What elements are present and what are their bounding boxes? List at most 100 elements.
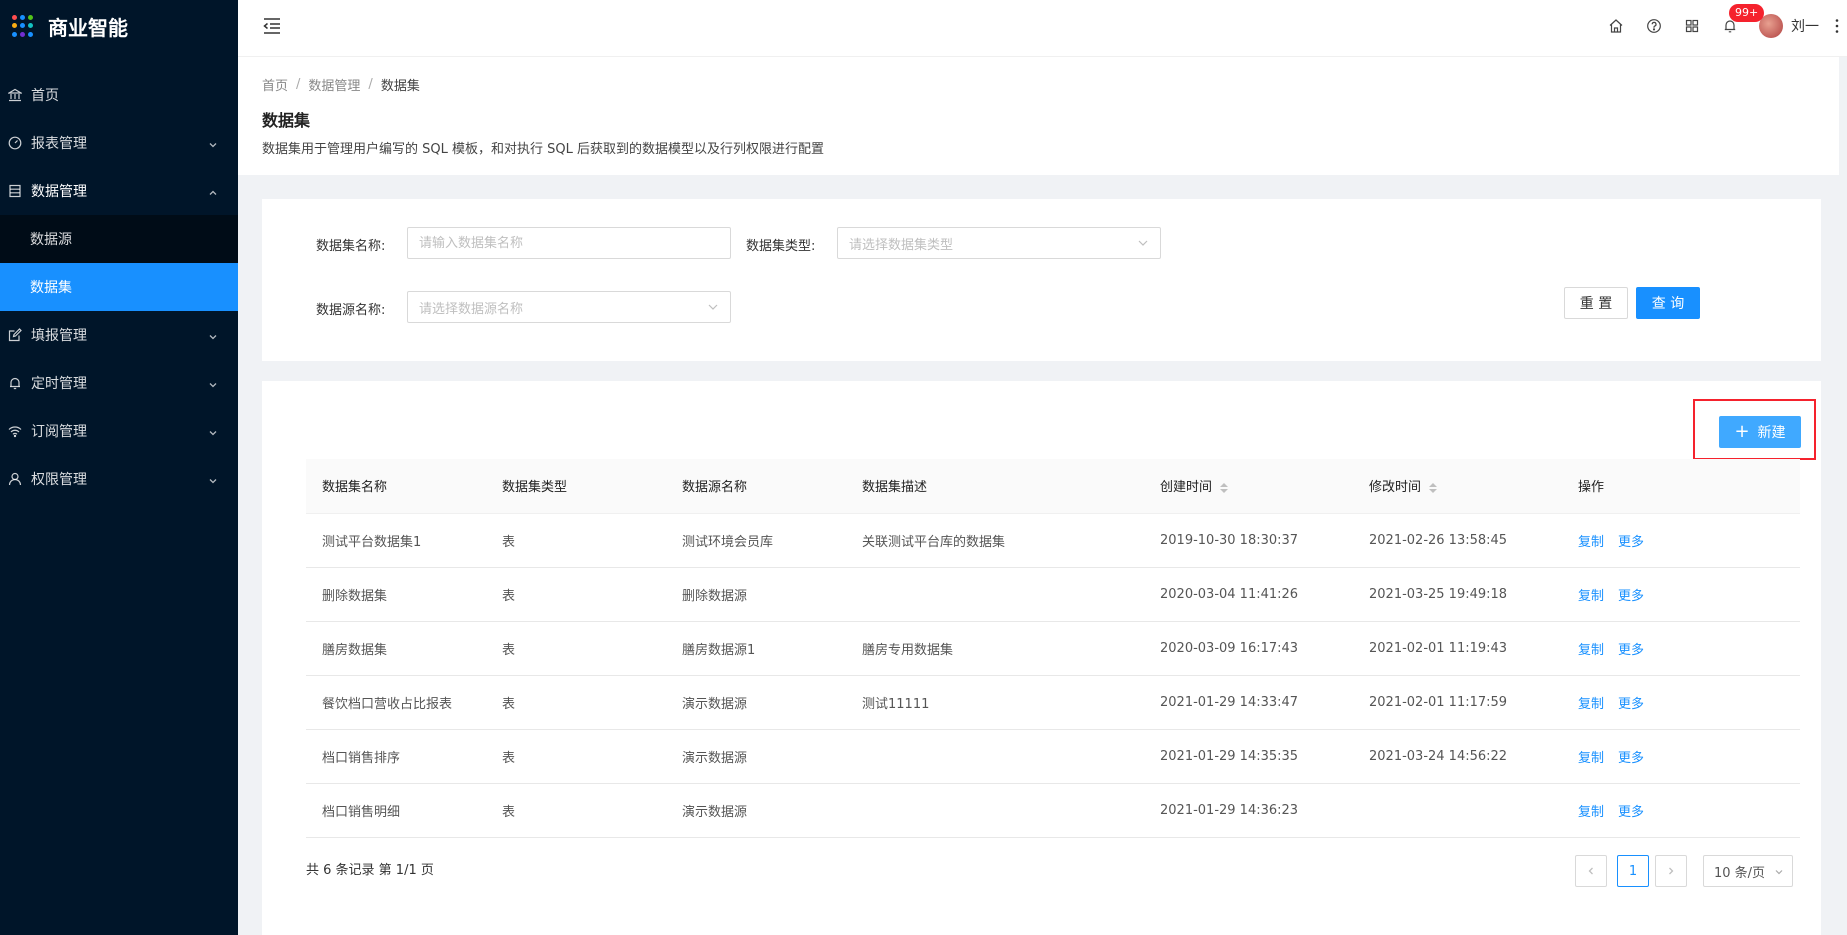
user-menu[interactable]: 刘一 <box>1759 14 1819 38</box>
breadcrumb-data-management[interactable]: 数据管理 <box>308 75 360 94</box>
new-dataset-button[interactable]: + 新建 <box>1719 416 1801 448</box>
datasource-name-select[interactable]: 请选择数据源名称 <box>407 291 731 323</box>
menu-fold-icon[interactable] <box>262 17 282 35</box>
submenu-data-management: 数据源 数据集 <box>0 215 238 311</box>
cell-created: 2021-01-29 14:35:35 <box>1144 729 1353 784</box>
cell-name: 测试平台数据集1 <box>306 513 486 568</box>
reset-button[interactable]: 重 置 <box>1564 287 1628 319</box>
cell-source: 演示数据源 <box>666 729 846 784</box>
pagination-summary: 共 6 条记录 第 1/1 页 <box>306 863 434 878</box>
notification-bell-icon[interactable]: 99+ <box>1711 0 1765 52</box>
header-actions: 99+ 刘一 <box>1597 0 1847 52</box>
user-name: 刘一 <box>1791 19 1819 35</box>
sidebar-item-subscription-management[interactable]: 订阅管理 <box>0 407 238 455</box>
dataset-table-card: + 新建 数据集名称 数据集类型 数据源名称 数据集描述 创建时间 修改时间 操… <box>262 381 1821 935</box>
sidebar-item-data-management[interactable]: 数据管理 <box>0 167 238 215</box>
more-link[interactable]: 更多 <box>1618 643 1644 658</box>
help-icon[interactable] <box>1635 0 1673 52</box>
page-scrollbar[interactable] <box>1839 57 1847 935</box>
dataset-table: 数据集名称 数据集类型 数据源名称 数据集描述 创建时间 修改时间 操作 测试平… <box>306 459 1800 838</box>
cell-name: 餐饮档口营收占比报表 <box>306 675 486 730</box>
home-icon[interactable] <box>1597 0 1635 52</box>
cell-description: 膳房专用数据集 <box>846 621 1144 676</box>
chevron-down-icon <box>208 330 218 340</box>
datasource-name-label: 数据源名称: <box>316 303 386 318</box>
apps-grid-icon[interactable] <box>1673 0 1711 52</box>
column-header-type: 数据集类型 <box>486 459 666 514</box>
sidebar-item-label: 填报管理 <box>31 328 87 344</box>
copy-link[interactable]: 复制 <box>1578 697 1604 712</box>
more-link[interactable]: 更多 <box>1618 589 1644 604</box>
cell-modified: 2021-02-26 13:58:45 <box>1353 513 1562 568</box>
copy-link[interactable]: 复制 <box>1578 805 1604 820</box>
sort-icon[interactable] <box>1220 482 1229 493</box>
copy-link[interactable]: 复制 <box>1578 643 1604 658</box>
chevron-down-icon <box>208 378 218 388</box>
cell-created: 2020-03-04 11:41:26 <box>1144 567 1353 622</box>
column-header-modified[interactable]: 修改时间 <box>1353 459 1562 514</box>
sort-icon[interactable] <box>1429 482 1438 493</box>
query-button[interactable]: 查 询 <box>1636 287 1700 319</box>
table-header-row: 数据集名称 数据集类型 数据源名称 数据集描述 创建时间 修改时间 操作 <box>306 459 1800 514</box>
more-link[interactable]: 更多 <box>1618 805 1644 820</box>
app-grid-logo-icon <box>12 15 34 37</box>
chevron-down-icon <box>707 301 719 313</box>
cell-actions: 复制 更多 <box>1562 621 1800 676</box>
sidebar-item-datasource[interactable]: 数据源 <box>0 215 238 263</box>
wifi-icon <box>8 424 22 438</box>
cell-type: 表 <box>486 729 666 784</box>
breadcrumb-home[interactable]: 首页 <box>262 75 288 94</box>
table-row: 档口销售排序 表 演示数据源 2021-01-29 14:35:35 2021-… <box>306 729 1800 784</box>
copy-link[interactable]: 复制 <box>1578 589 1604 604</box>
cell-created: 2020-03-09 16:17:43 <box>1144 621 1353 676</box>
column-header-label: 创建时间 <box>1160 480 1213 496</box>
dataset-type-select[interactable]: 请选择数据集类型 <box>837 227 1161 259</box>
cell-actions: 复制 更多 <box>1562 729 1800 784</box>
sidebar-item-dataset[interactable]: 数据集 <box>0 263 238 311</box>
more-link[interactable]: 更多 <box>1618 535 1644 550</box>
logo[interactable]: 商业智能 <box>0 0 238 52</box>
cell-source: 测试环境会员库 <box>666 513 846 568</box>
cell-actions: 复制 更多 <box>1562 783 1800 838</box>
table-row: 膳房数据集 表 膳房数据源1 膳房专用数据集 2020-03-09 16:17:… <box>306 621 1800 676</box>
more-link[interactable]: 更多 <box>1618 697 1644 712</box>
page-number-button[interactable]: 1 <box>1617 855 1649 887</box>
more-vertical-icon[interactable] <box>1827 0 1847 52</box>
cell-type: 表 <box>486 675 666 730</box>
chevron-left-icon <box>1588 867 1593 875</box>
cell-actions: 复制 更多 <box>1562 513 1800 568</box>
column-header-name: 数据集名称 <box>306 459 486 514</box>
chevron-down-icon <box>1137 237 1149 249</box>
copy-link[interactable]: 复制 <box>1578 751 1604 766</box>
database-icon <box>8 184 22 198</box>
cell-source: 膳房数据源1 <box>666 621 846 676</box>
table-row: 档口销售明细 表 演示数据源 2021-01-29 14:36:23 复制 更多 <box>306 783 1800 838</box>
sidebar-item-form-management[interactable]: 填报管理 <box>0 311 238 359</box>
new-button-label: 新建 <box>1757 425 1786 441</box>
column-header-created[interactable]: 创建时间 <box>1144 459 1353 514</box>
copy-link[interactable]: 复制 <box>1578 535 1604 550</box>
cell-source: 演示数据源 <box>666 675 846 730</box>
app-title: 商业智能 <box>48 15 128 40</box>
sidebar-item-reports[interactable]: 报表管理 <box>0 119 238 167</box>
page-header: 首页 / 数据管理 / 数据集 数据集 数据集用于管理用户编写的 SQL 模板，… <box>238 57 1847 175</box>
column-header-actions: 操作 <box>1562 459 1800 514</box>
cell-created: 2019-10-30 18:30:37 <box>1144 513 1353 568</box>
sidebar-item-schedule-management[interactable]: 定时管理 <box>0 359 238 407</box>
cell-source: 演示数据源 <box>666 783 846 838</box>
chevron-up-icon <box>208 186 218 196</box>
prev-page-button[interactable] <box>1575 855 1607 887</box>
cell-type: 表 <box>486 783 666 838</box>
breadcrumb: 首页 / 数据管理 / 数据集 <box>262 75 420 94</box>
next-page-button[interactable] <box>1655 855 1687 887</box>
page-size-select[interactable]: 10 条/页 <box>1703 855 1793 887</box>
sidebar-item-permission-management[interactable]: 权限管理 <box>0 455 238 503</box>
dataset-name-input[interactable] <box>407 227 731 259</box>
chevron-down-icon <box>208 474 218 484</box>
cell-type: 表 <box>486 513 666 568</box>
cell-description <box>846 729 1144 784</box>
sidebar-item-label: 权限管理 <box>31 472 87 488</box>
table-row: 测试平台数据集1 表 测试环境会员库 关联测试平台库的数据集 2019-10-3… <box>306 513 1800 568</box>
more-link[interactable]: 更多 <box>1618 751 1644 766</box>
sidebar-item-home[interactable]: 首页 <box>0 71 238 119</box>
